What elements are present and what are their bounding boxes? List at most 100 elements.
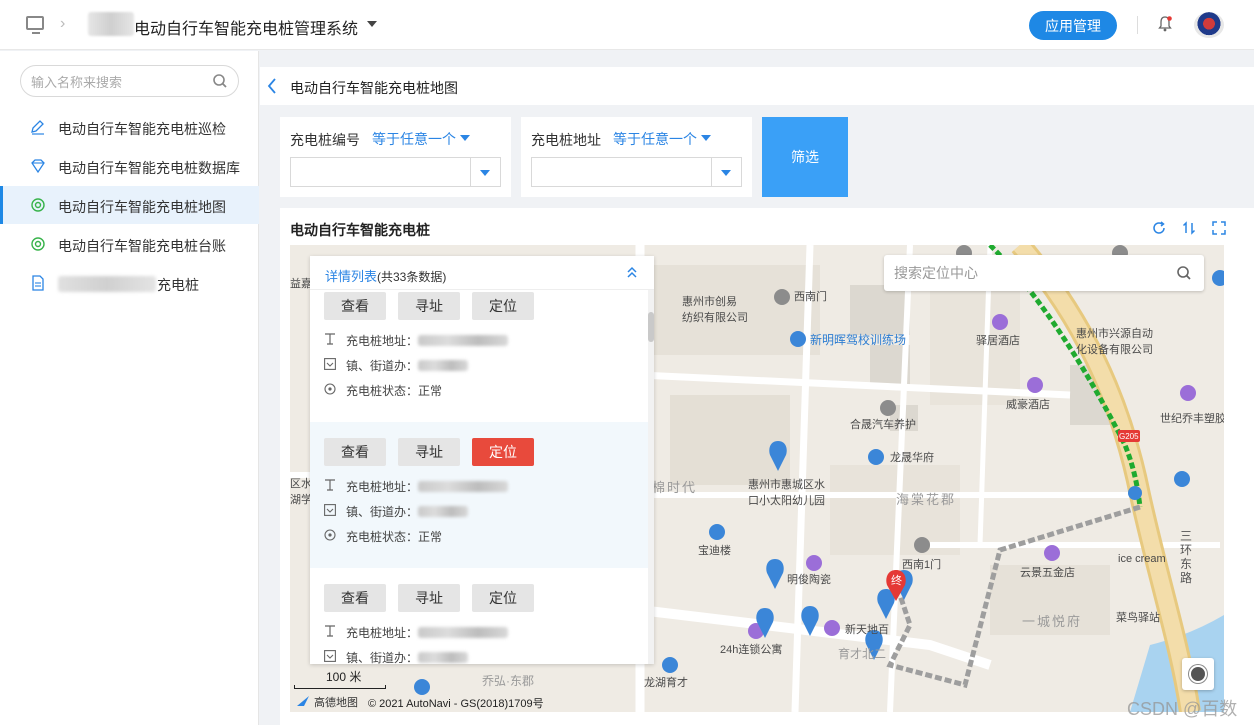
scale-label: 100 米: [326, 670, 362, 684]
map-label: 合晟汽车养护: [850, 419, 916, 431]
sidebar-item-charger[interactable]: 充电桩: [0, 264, 259, 302]
caret-down-icon[interactable]: [460, 135, 470, 141]
map-card: 电动自行车智能充电桩 惠州市创易 纺织有限公司 西南门 新明晖驾校训练场 驿居酒…: [280, 208, 1254, 725]
target-icon: [31, 237, 45, 251]
view-button[interactable]: 查看: [324, 292, 386, 320]
map-label: 西南门: [794, 291, 827, 303]
filter-charger-number: 充电桩编号 等于任意一个: [280, 117, 511, 197]
scale-bar: [294, 685, 386, 689]
dropdown-icon: [324, 650, 336, 662]
locate-button[interactable]: 定位: [472, 584, 534, 612]
dropdown-icon: [324, 358, 336, 370]
text-icon: [325, 479, 335, 491]
chevron-right-icon: ›: [60, 15, 66, 32]
map-label: 驿居酒店: [976, 335, 1020, 347]
divider: [1137, 16, 1138, 34]
caret-down-icon[interactable]: [701, 135, 711, 141]
detail-list-title[interactable]: 详情列表: [325, 269, 377, 284]
sidebar-item-label: 电动自行车智能充电桩台账: [58, 238, 226, 254]
text-icon: [325, 625, 335, 637]
page-header: 电动自行车智能充电桩地图: [260, 67, 1254, 105]
end-marker[interactable]: 终: [891, 574, 902, 588]
map-label: 口小太阳幼儿园: [748, 495, 825, 507]
map-copyright: © 2021 AutoNavi - GS(2018)1709号: [368, 698, 544, 710]
back-icon[interactable]: [266, 77, 278, 95]
fullscreen-icon[interactable]: [1212, 221, 1226, 235]
detail-list[interactable]: 查看 寻址 定位 充电桩地址： 镇、街道办： 充电桩状态：正常 查看 寻址 定位…: [310, 290, 654, 664]
filter-charger-address: 充电桩地址 等于任意一个: [521, 117, 752, 197]
bell-icon[interactable]: [1158, 16, 1172, 32]
caret-down-icon[interactable]: [367, 21, 377, 27]
refresh-icon[interactable]: [1152, 221, 1166, 235]
scrollbar-thumb[interactable]: [648, 312, 654, 342]
avatar[interactable]: [1194, 12, 1224, 38]
location-search: [884, 255, 1204, 291]
sidebar-item-label: 电动自行车智能充电桩巡检: [58, 121, 226, 137]
filter-operator[interactable]: 等于任意一个: [372, 129, 456, 149]
view-button[interactable]: 查看: [324, 438, 386, 466]
map-label: 益嘉: [290, 278, 312, 290]
sidebar-item-label: 电动自行车智能充电桩数据库: [58, 160, 240, 176]
sidebar-item-ledger[interactable]: 电动自行车智能充电桩台账: [0, 225, 259, 263]
list-item: 查看 寻址 定位 充电桩地址： 镇、街道办：: [310, 568, 648, 664]
scrollbar[interactable]: [648, 290, 654, 664]
map-label: 海棠花郡: [896, 492, 957, 507]
dropdown-icon: [324, 504, 336, 516]
location-search-input[interactable]: [894, 264, 1164, 282]
chevron-down-icon[interactable]: [721, 170, 731, 176]
sidebar-item-inspection[interactable]: 电动自行车智能充电桩巡检: [0, 108, 259, 146]
map-label: 24h连锁公寓: [720, 644, 783, 656]
status-value: 正常: [418, 530, 443, 544]
monitor-icon[interactable]: [26, 16, 44, 34]
map-card-title: 电动自行车智能充电桩: [290, 222, 430, 238]
page-title: 电动自行车智能充电桩地图: [290, 80, 458, 96]
locate-button[interactable]: 定位: [472, 292, 534, 320]
app-manage-button[interactable]: 应用管理: [1029, 11, 1117, 40]
filter-value-select[interactable]: [531, 157, 742, 187]
map-label: 新明晖驾校训练场: [810, 333, 907, 347]
map-label: 区水: [290, 478, 312, 490]
filter-value-select[interactable]: [290, 157, 501, 187]
map-label: 化设备有限公司: [1076, 344, 1153, 356]
sort-icon[interactable]: [1182, 221, 1196, 235]
detail-list-panel: 查看 寻址 定位 充电桩地址： 镇、街道办： 充电桩状态：正常 查看 寻址 定位…: [310, 256, 654, 664]
filter-label: 充电桩编号: [290, 132, 360, 148]
map-label: 新天地百: [845, 624, 889, 636]
filter-operator[interactable]: 等于任意一个: [613, 129, 697, 149]
status-icon: [324, 529, 336, 541]
system-title[interactable]: 电动自行车智能充电桩管理系统: [134, 15, 358, 39]
top-bar: › 电动自行车智能充电桩管理系统 应用管理: [0, 0, 1254, 50]
filter-label: 充电桩地址: [531, 132, 601, 148]
collapse-icon[interactable]: [626, 265, 638, 281]
locate-me-button[interactable]: [1182, 658, 1214, 690]
blurred-value: [418, 360, 468, 371]
search-icon[interactable]: [212, 73, 228, 89]
map-label: 惠州市兴源自动: [1076, 328, 1153, 340]
sidebar: 电动自行车智能充电桩巡检 电动自行车智能充电桩数据库 电动自行车智能充电桩地图 …: [0, 51, 259, 725]
address-button[interactable]: 寻址: [398, 438, 460, 466]
status-value: 正常: [418, 384, 443, 398]
map-label: 棉时代: [652, 480, 698, 495]
sidebar-search-input[interactable]: [31, 72, 211, 92]
sidebar-item-database[interactable]: 电动自行车智能充电桩数据库: [0, 147, 259, 185]
map-label: ice cream: [1118, 553, 1166, 565]
blurred-value: [418, 627, 508, 638]
filter-button[interactable]: 筛选: [762, 117, 848, 197]
edit-icon: [31, 120, 44, 135]
sidebar-item-label: 充电桩: [157, 277, 199, 293]
chevron-down-icon[interactable]: [480, 170, 490, 176]
address-button[interactable]: 寻址: [398, 584, 460, 612]
view-button[interactable]: 查看: [324, 584, 386, 612]
address-button[interactable]: 寻址: [398, 292, 460, 320]
map-label: 明俊陶瓷: [787, 574, 831, 586]
sidebar-item-map[interactable]: 电动自行车智能充电桩地图: [0, 186, 259, 224]
locate-button[interactable]: 定位: [472, 438, 534, 466]
road-shield: G205: [1119, 432, 1139, 441]
blurred-value: [418, 652, 468, 663]
map-label: 湖学: [290, 494, 312, 506]
map-label: 威豪酒店: [1006, 399, 1050, 411]
search-icon[interactable]: [1176, 265, 1192, 281]
blurred-text: [58, 276, 156, 292]
text-icon: [325, 333, 335, 345]
map-view[interactable]: 惠州市创易 纺织有限公司 西南门 新明晖驾校训练场 驿居酒店 惠州市兴源自动 化…: [290, 245, 1224, 712]
